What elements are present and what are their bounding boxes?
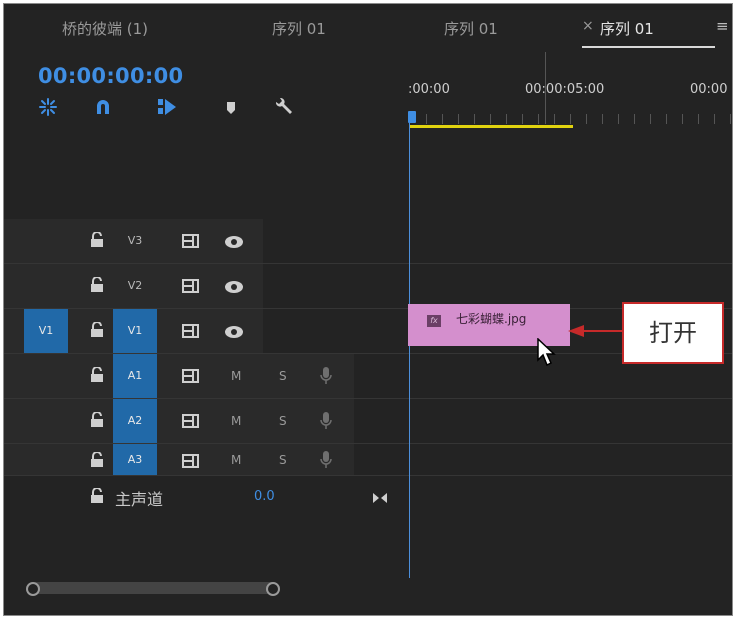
ruler-tick <box>666 114 667 124</box>
ruler-tick <box>554 114 555 124</box>
ruler-tick <box>634 114 635 124</box>
track-row-a3: A3 M S <box>4 444 732 476</box>
timeline-panel: 桥的彼端 (1) 序列 01 序列 01 × 序列 01 ≡ 00:00:00:… <box>3 3 733 616</box>
ruler-tick <box>650 114 651 124</box>
sync-lock-icon[interactable] <box>182 323 199 338</box>
ruler-tick <box>442 114 443 124</box>
ruler-label-end: 00:00 <box>690 82 728 97</box>
panel-menu-icon[interactable]: ≡ <box>716 17 729 35</box>
eye-icon[interactable] <box>224 234 244 248</box>
track-row-v3: V3 <box>4 219 732 264</box>
sync-lock-icon[interactable] <box>182 413 199 428</box>
bowtie-icon[interactable] <box>372 489 388 503</box>
source-patch-v1[interactable]: V1 <box>24 309 68 353</box>
lock-icon[interactable] <box>90 231 104 248</box>
callout-arrow-icon <box>568 325 624 337</box>
master-track-label: 主声道 <box>115 490 164 509</box>
master-track-row: 主声道 0.0 <box>4 476 732 521</box>
callout-box: 打开 <box>622 302 724 364</box>
linked-selection-icon[interactable] <box>156 96 182 122</box>
ruler-tick <box>426 114 427 124</box>
tab-sequence-01-b[interactable]: 序列 01 <box>444 18 498 39</box>
lock-icon[interactable] <box>90 276 104 293</box>
ruler-tick <box>490 114 491 124</box>
clip-name: 七彩蝴蝶.jpg <box>456 312 527 326</box>
tab-bridge-end[interactable]: 桥的彼端 (1) <box>62 18 148 39</box>
track-header <box>4 444 354 476</box>
ruler-tick <box>586 114 587 124</box>
ruler-tick <box>682 114 683 124</box>
work-area-bar[interactable] <box>409 125 573 128</box>
track-header <box>4 399 354 443</box>
tab-sequence-01-a[interactable]: 序列 01 <box>272 18 326 39</box>
track-header <box>4 354 354 398</box>
sync-lock-icon[interactable] <box>182 233 199 248</box>
ruler-label-5s: 00:00:05:00 <box>525 82 605 97</box>
ruler-label-start: :00:00 <box>408 82 450 97</box>
microphone-icon[interactable] <box>320 366 332 386</box>
zoom-scrollbar-left-handle[interactable] <box>26 582 40 596</box>
ruler-tick <box>602 114 603 124</box>
track-label-a3[interactable]: A3 <box>113 444 157 476</box>
tab-sequence-01-active[interactable]: 序列 01 <box>600 18 654 39</box>
mute-button[interactable]: M <box>231 444 241 476</box>
ruler-tick <box>538 114 539 124</box>
master-volume-value[interactable]: 0.0 <box>254 489 275 504</box>
ruler-tick <box>458 114 459 124</box>
lock-icon[interactable] <box>90 411 104 428</box>
lock-icon[interactable] <box>90 366 104 383</box>
lock-icon[interactable] <box>90 321 104 338</box>
timecode-display[interactable]: 00:00:00:00 <box>38 64 183 88</box>
ruler-tick <box>570 114 571 124</box>
track-label-a1[interactable]: A1 <box>113 354 157 398</box>
ruler-tick <box>522 114 523 124</box>
track-label-a2[interactable]: A2 <box>113 399 157 443</box>
solo-button[interactable]: S <box>279 399 287 443</box>
track-label-v1[interactable]: V1 <box>113 309 157 353</box>
ruler-tick <box>618 114 619 124</box>
playhead-handle[interactable] <box>408 111 416 123</box>
ruler-tick <box>714 114 715 124</box>
sync-lock-icon[interactable] <box>182 368 199 383</box>
ruler-tick <box>506 114 507 124</box>
track-label-v3[interactable]: V3 <box>113 219 157 263</box>
solo-button[interactable]: S <box>279 354 287 398</box>
callout-text: 打开 <box>649 319 697 347</box>
eye-icon[interactable] <box>224 279 244 293</box>
eye-icon[interactable] <box>224 324 244 338</box>
zoom-scrollbar-right-handle[interactable] <box>266 582 280 596</box>
marker-icon[interactable] <box>220 96 246 122</box>
track-row-a2: A2 M S <box>4 399 732 444</box>
ruler-tick <box>698 114 699 124</box>
mouse-cursor-icon <box>537 338 556 367</box>
close-icon[interactable]: × <box>582 18 594 34</box>
microphone-icon[interactable] <box>320 450 332 470</box>
zoom-scrollbar-thumb[interactable] <box>31 582 279 594</box>
lock-icon[interactable] <box>90 451 104 468</box>
wrench-icon[interactable] <box>272 96 298 122</box>
magnet-icon[interactable] <box>92 96 118 122</box>
solo-button[interactable]: S <box>279 444 287 476</box>
microphone-icon[interactable] <box>320 411 332 431</box>
sync-lock-icon[interactable] <box>182 278 199 293</box>
active-tab-underline <box>582 46 715 48</box>
playhead-line[interactable] <box>409 123 410 578</box>
snap-icon[interactable] <box>37 96 63 122</box>
fx-badge-icon[interactable]: fx <box>427 315 441 327</box>
lock-icon[interactable] <box>90 487 104 504</box>
track-label-v2[interactable]: V2 <box>113 264 157 308</box>
ruler-tick <box>730 114 731 124</box>
mute-button[interactable]: M <box>231 354 241 398</box>
ruler-tick <box>474 114 475 124</box>
sync-lock-icon[interactable] <box>182 453 199 468</box>
mute-button[interactable]: M <box>231 399 241 443</box>
